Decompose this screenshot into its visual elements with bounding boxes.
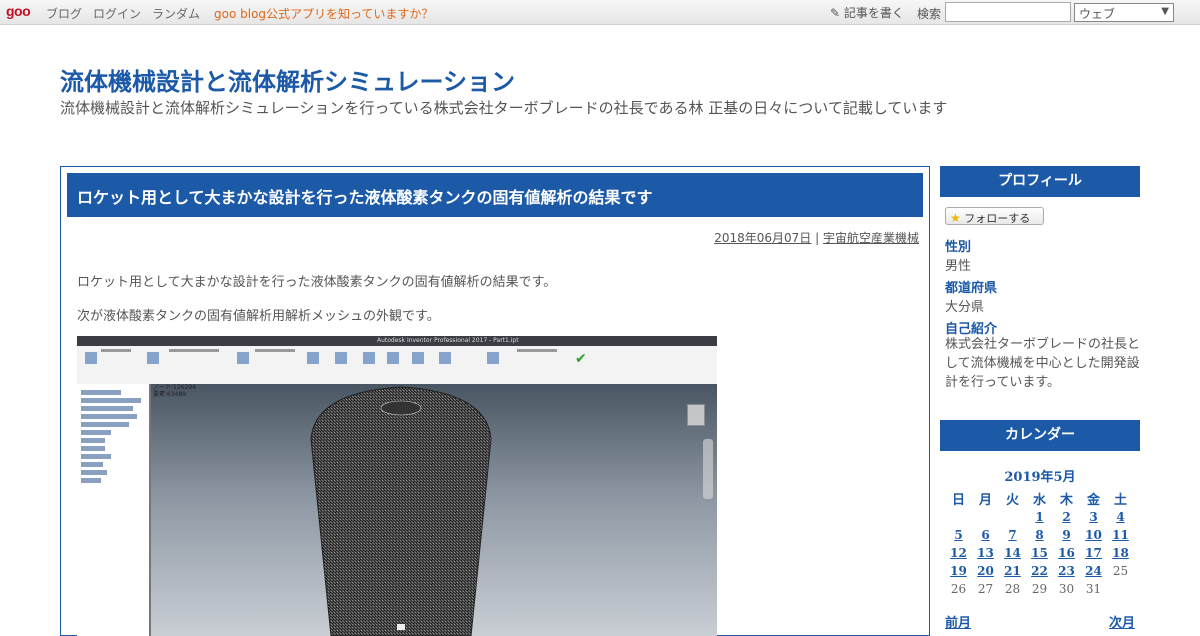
calendar-day[interactable]: 16 — [1053, 544, 1080, 562]
search-input[interactable] — [945, 2, 1071, 22]
article: ロケット用として大まかな設計を行った液体酸素タンクの固有値解析の結果です 201… — [60, 166, 930, 636]
calendar-day[interactable]: 4 — [1107, 508, 1134, 526]
article-paragraph: 次が液体酸素タンクの固有値解析用解析メッシュの外観です。 — [77, 309, 440, 324]
calendar-day[interactable]: 22 — [1026, 562, 1053, 580]
calendar-day[interactable]: 17 — [1080, 544, 1107, 562]
article-date-link[interactable]: 2018年06月07日 — [714, 231, 811, 245]
search-scope-select[interactable]: ウェブ ▼ — [1074, 3, 1174, 22]
calendar-day[interactable]: 10 — [1080, 526, 1107, 544]
viewcube-icon — [687, 404, 705, 426]
goo-logo[interactable]: goo — [6, 3, 31, 19]
calendar-day[interactable]: 7 — [999, 526, 1026, 544]
navigation-bar — [703, 439, 713, 499]
calendar-day[interactable]: 21 — [999, 562, 1026, 580]
calendar-day[interactable]: 18 — [1107, 544, 1134, 562]
calendar-day[interactable]: 23 — [1053, 562, 1080, 580]
article-paragraph: ロケット用として大まかな設計を行った液体酸素タンクの固有値解析の結果です。 — [77, 275, 557, 290]
cad-titlebar: Autodesk Inventor Professional 2017 - Pa… — [77, 336, 717, 346]
calendar-weekday: 木 — [1059, 492, 1073, 508]
calendar-week: 26 27 28 29 30 31 — [945, 580, 1134, 598]
nav-blog-link[interactable]: ブログ — [46, 5, 82, 22]
pencil-icon: ✎ — [830, 6, 841, 20]
mesh-screenshot-image[interactable]: Autodesk Inventor Professional 2017 - Pa… — [77, 336, 717, 636]
calendar-day[interactable]: 8 — [1026, 526, 1053, 544]
calendar-day[interactable]: 19 — [945, 562, 972, 580]
calendar-heading: カレンダー — [940, 420, 1140, 451]
calendar-weekday: 金 — [1086, 492, 1100, 508]
calendar-empty-cell — [1107, 580, 1134, 598]
calendar-weekday: 日 — [951, 492, 965, 508]
calendar-day: 25 — [1112, 564, 1129, 578]
calendar-day[interactable]: 12 — [945, 544, 972, 562]
search-label: 検索 — [917, 7, 942, 21]
blog-title[interactable]: 流体機械設計と流体解析シミュレーション — [60, 62, 515, 97]
calendar-weekday: 水 — [1032, 492, 1046, 508]
calendar-day[interactable]: 13 — [972, 544, 999, 562]
calendar-day[interactable]: 1 — [1026, 508, 1053, 526]
profile-gender-value: 男性 — [945, 259, 972, 274]
calendar-week: 5 6 7 8 9 10 11 — [945, 526, 1134, 544]
calendar-day: 27 — [977, 582, 994, 596]
calendar-table: 日月火水木金土 1 2 3 4 5 6 7 8 9 10 11 12 13 14 15 16 17 18 19 20 2… — [945, 488, 1134, 598]
profile-intro-value: 株式会社ターボブレードの社長として流体機械を中心とした開発設計を行っています。 — [945, 337, 1141, 390]
calendar-empty-cell — [999, 508, 1026, 526]
cad-app-title: Autodesk Inventor Professional 2017 - Pa… — [377, 337, 519, 344]
calendar-day[interactable]: 14 — [999, 544, 1026, 562]
calendar-empty-cell — [972, 508, 999, 526]
app-promo-link[interactable]: goo blog公式アプリを知っていますか？ — [214, 5, 433, 22]
calendar-day[interactable]: 15 — [1026, 544, 1053, 562]
calendar-day[interactable]: 6 — [972, 526, 999, 544]
calendar-day[interactable]: 20 — [972, 562, 999, 580]
write-post-label: 記事を書く — [843, 6, 904, 20]
cad-viewport: ノード:126294 要素:63489 — [151, 384, 717, 636]
calendar-day[interactable]: 9 — [1053, 526, 1080, 544]
calendar-day[interactable]: 2 — [1053, 508, 1080, 526]
calendar-empty-cell — [945, 508, 972, 526]
tank-mesh-model — [310, 386, 492, 636]
meta-separator: | — [815, 231, 820, 245]
calendar-month: 2019年5月 — [1004, 470, 1076, 485]
calendar-day: 31 — [1085, 582, 1102, 596]
calendar-prev-month-link[interactable]: 前月 — [945, 612, 971, 631]
calendar-weekday: 土 — [1113, 492, 1127, 508]
nav-login-link[interactable]: ログイン — [93, 5, 141, 22]
profile-prefecture-value: 大分県 — [945, 300, 985, 315]
calendar-day[interactable]: 3 — [1080, 508, 1107, 526]
follow-button[interactable]: ★ フォローする — [945, 207, 1044, 225]
star-icon: ★ — [950, 211, 961, 225]
calendar-day[interactable]: 24 — [1080, 562, 1107, 580]
calendar-week: 1234 — [945, 508, 1134, 526]
nav-random-link[interactable]: ランダム — [152, 5, 200, 22]
calendar-day: 26 — [950, 582, 967, 596]
follow-label: フォローする — [964, 212, 1031, 225]
calendar-day: 29 — [1031, 582, 1048, 596]
article-meta: 2018年06月07日 | 宇宙航空産業機械 — [714, 229, 919, 246]
calendar-weekday: 火 — [1005, 492, 1019, 508]
article-category-link[interactable]: 宇宙航空産業機械 — [823, 231, 919, 245]
calendar-day[interactable]: 5 — [945, 526, 972, 544]
blog-description: 流体機械設計と流体解析シミュレーションを行っている株式会社ターボブレードの社長で… — [60, 99, 948, 117]
calendar-week: 12 13 14 15 16 17 18 — [945, 544, 1134, 562]
profile-heading: プロフィール — [940, 166, 1140, 197]
chevron-down-icon: ▼ — [1161, 6, 1169, 17]
write-post-link[interactable]: ✎ 記事を書く — [830, 4, 904, 21]
mesh-readout: ノード:126294 要素:63489 — [153, 384, 196, 398]
calendar-weekday: 月 — [978, 492, 992, 508]
calendar-week: 19 20 21 22 23 24 25 — [945, 562, 1134, 580]
profile-prefecture-label: 都道府県 — [945, 281, 998, 296]
calendar-next-month-link[interactable]: 次月 — [1109, 612, 1135, 631]
article-title[interactable]: ロケット用として大まかな設計を行った液体酸素タンクの固有値解析の結果です — [67, 173, 923, 217]
calendar-day[interactable]: 11 — [1107, 526, 1134, 544]
profile-gender-label: 性別 — [945, 240, 972, 255]
finish-check-icon: ✔ — [575, 351, 587, 367]
global-topbar: goo ブログ ログイン ランダム goo blog公式アプリを知っていますか？… — [0, 0, 1200, 25]
search-scope-value: ウェブ — [1079, 7, 1116, 21]
calendar-day: 30 — [1058, 582, 1075, 596]
cad-model-tree — [77, 384, 151, 636]
calendar-day: 28 — [1004, 582, 1021, 596]
cad-ribbon: ✔ — [77, 346, 717, 385]
